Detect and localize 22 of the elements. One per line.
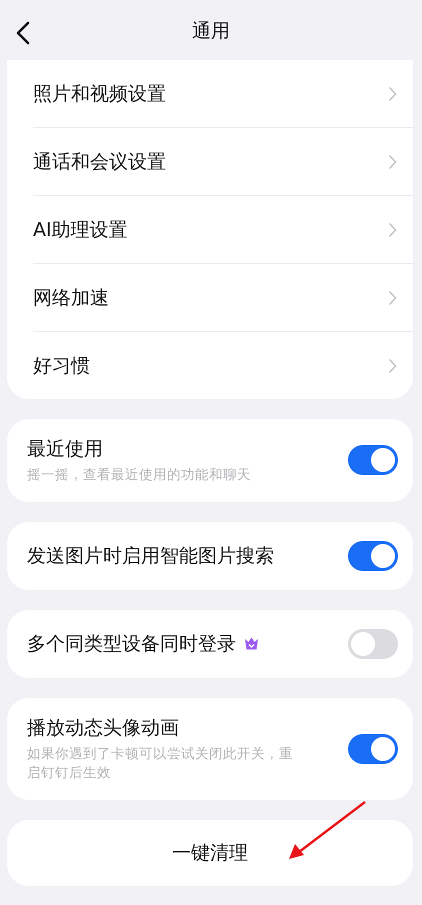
chevron-right-icon [388, 86, 397, 102]
toggle-switch[interactable] [348, 540, 398, 571]
chevron-right-icon [388, 290, 397, 306]
settings-row[interactable]: 好习惯 [33, 331, 413, 399]
setting-description: 如果你遇到了卡顿可以尝试关闭此开关，重启钉钉后生效 [27, 744, 294, 783]
toggle-switch[interactable] [348, 628, 398, 659]
settings-row[interactable]: 通话和会议设置 [33, 127, 413, 195]
setting-label: 最近使用 [27, 437, 103, 462]
chevron-right-icon [388, 154, 397, 170]
settings-row[interactable]: 照片和视频设置 [33, 60, 413, 127]
setting-label: 多个同类型设备同时登录 [27, 632, 236, 657]
setting-description: 摇一摇，查看最近使用的功能和聊天 [27, 466, 251, 485]
clean-button[interactable]: 一键清理 [7, 820, 413, 886]
setting-label: 播放动态头像动画 [27, 716, 179, 741]
page-title: 通用 [192, 19, 230, 44]
toggle-switch[interactable] [348, 445, 398, 476]
chevron-right-icon [388, 222, 397, 238]
settings-row[interactable]: 网络加速 [33, 263, 413, 331]
toggle-switch[interactable] [348, 734, 398, 764]
setting-label: 发送图片时启用智能图片搜索 [27, 544, 274, 569]
settings-row[interactable]: AI助理设置 [33, 195, 413, 263]
chevron-right-icon [388, 358, 397, 374]
